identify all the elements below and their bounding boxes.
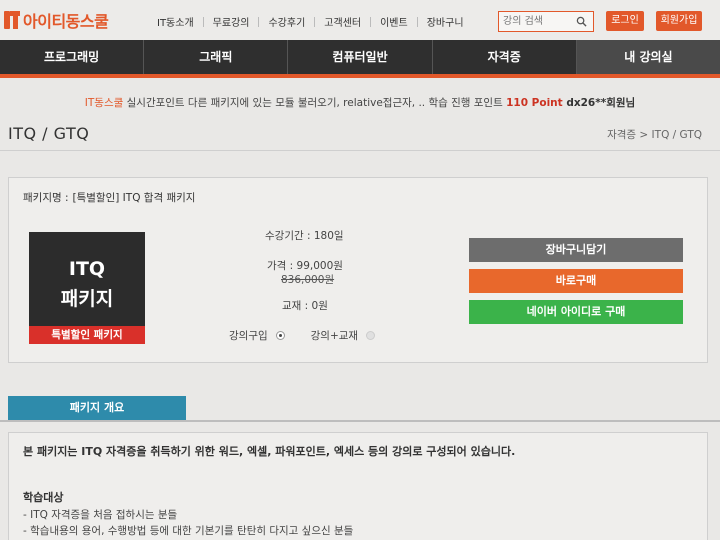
overview-divider [0, 420, 720, 422]
nav-it-intro[interactable]: IT동소개 [148, 14, 203, 29]
main-nav: 프로그래밍 그래픽 컴퓨터일반 자격증 내 강의실 [0, 40, 720, 78]
naver-buy-button[interactable]: 네이버 아이디로 구매 [469, 300, 683, 324]
login-button[interactable]: 로그인 [606, 11, 644, 31]
nav-free-lecture[interactable]: 무료강의 [204, 14, 259, 29]
search-icon[interactable] [576, 16, 587, 27]
nav-cart[interactable]: 장바구니 [418, 14, 473, 29]
notice-points: 110 Point [506, 97, 563, 109]
notice-message: 실시간포인트 다른 패키지에 있는 모듈 불러오기, relative접근자, … [123, 97, 507, 109]
top-nav: IT동소개 무료강의 수강후기 고객센터 이벤트 장바구니 [148, 14, 473, 29]
option-course-book-label: 강의+교재 [310, 330, 359, 342]
title-divider [0, 150, 720, 151]
package-box: 패키지명 : [특별할인] ITQ 합격 패키지 ITQ 패키지 특별할인 패키지… [8, 177, 708, 363]
overview-target-item: - 학습내용의 용어, 수행방법 등에 대한 기본기를 탄탄히 다지고 싶으신 … [23, 525, 354, 537]
option-course-book-radio[interactable] [366, 331, 376, 340]
thumb-badge: 특별할인 패키지 [29, 326, 145, 344]
tab-package-overview[interactable]: 패키지 개요 [8, 396, 186, 420]
main-nav-programming[interactable]: 프로그래밍 [0, 40, 145, 74]
overview-target-item: - ITQ 자격증을 처음 접하시는 분들 [23, 509, 178, 521]
thumb-title-line2: 패키지 [60, 288, 114, 310]
main-nav-graphic[interactable]: 그래픽 [144, 40, 289, 74]
buy-now-button[interactable]: 바로구매 [469, 269, 683, 293]
package-period: 수강기간 : 180일 [265, 230, 344, 242]
package-original-price: 836,000원 [281, 274, 335, 286]
package-thumbnail: ITQ 패키지 특별할인 패키지 [29, 232, 145, 344]
site-logo[interactable]: 아이티동스쿨 [4, 8, 109, 32]
purchase-options: 강의구입 강의+교재 [229, 328, 376, 343]
package-name: 패키지명 : [특별할인] ITQ 합격 패키지 [23, 190, 195, 205]
main-nav-my-classroom[interactable]: 내 강의실 [576, 40, 720, 74]
package-book-price: 교재 : 0원 [282, 300, 328, 312]
package-name-value: [특별할인] ITQ 합격 패키지 [72, 192, 196, 204]
breadcrumb: 자격증 > ITQ / GTQ [607, 129, 702, 141]
notice-user: dx26**회원님 [562, 97, 636, 109]
nav-support[interactable]: 고객센터 [315, 14, 370, 29]
nav-reviews[interactable]: 수강후기 [259, 14, 314, 29]
join-button[interactable]: 회원가입 [656, 11, 702, 31]
overview-box: 본 패키지는 ITQ 자격증을 취득하기 위한 워드, 엑셀, 파워포인트, 엑… [8, 432, 708, 540]
top-header: 아이티동스쿨 IT동소개 무료강의 수강후기 고객센터 이벤트 장바구니 로그인… [0, 0, 720, 40]
package-name-label: 패키지명 : [23, 192, 69, 204]
nav-event[interactable]: 이벤트 [371, 14, 417, 29]
main-nav-certificate[interactable]: 자격증 [433, 40, 577, 74]
search-box [498, 11, 594, 32]
page-title: ITQ / GTQ [8, 124, 90, 143]
main-nav-computer[interactable]: 컴퓨터일반 [288, 40, 433, 74]
notice-brand: IT동스쿨 [84, 97, 124, 109]
realtime-notice: IT동스쿨 실시간포인트 다른 패키지에 있는 모듈 불러오기, relativ… [0, 95, 720, 110]
overview-intro: 본 패키지는 ITQ 자격증을 취득하기 위한 워드, 엑셀, 파워포인트, 엑… [23, 445, 516, 458]
search-input[interactable] [503, 14, 571, 29]
logo-icon [4, 9, 20, 31]
package-price: 가격 : 99,000원 [267, 260, 343, 272]
thumb-title-line1: ITQ [68, 258, 106, 280]
option-course-label: 강의구입 [229, 330, 268, 342]
add-to-cart-button[interactable]: 장바구니담기 [469, 238, 683, 262]
overview-target-heading: 학습대상 [23, 491, 64, 504]
option-course-radio[interactable] [275, 331, 285, 340]
logo-text: 아이티동스쿨 [23, 12, 109, 31]
